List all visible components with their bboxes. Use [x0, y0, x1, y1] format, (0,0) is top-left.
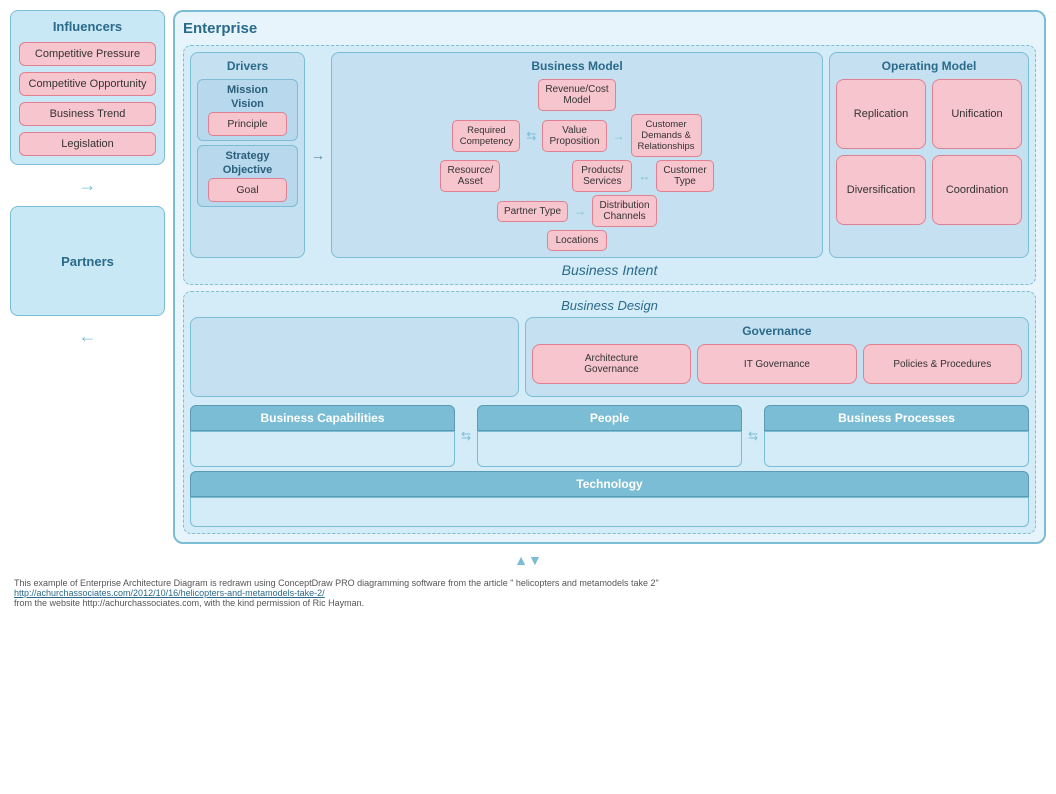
influencers-box: Influencers Competitive Pressure Competi…	[10, 10, 165, 165]
bm-required-competency: RequiredCompetency	[452, 120, 520, 152]
bm-arrow-3: ↔	[638, 169, 650, 183]
influencer-item-3: Legislation	[19, 132, 156, 156]
goal-box: Goal	[208, 178, 286, 202]
processes-header: Business Processes	[764, 405, 1029, 431]
drivers-mission-vision: Mission Vision Principle	[197, 79, 298, 141]
drivers-strategy-obj: Strategy Objective Goal	[197, 145, 298, 207]
influencer-item-2: Business Trend	[19, 102, 156, 126]
enterprise-box: Enterprise Drivers Mission Vision Princi…	[173, 10, 1046, 544]
drivers-title: Drivers	[227, 59, 268, 73]
business-design-section: Business Design Governance ArchitectureG…	[183, 291, 1036, 534]
enterprise-title: Enterprise	[183, 20, 1036, 37]
processes-group: Business Processes	[764, 405, 1029, 467]
om-replication: Replication	[836, 79, 926, 149]
mission-label: Mission	[227, 84, 268, 96]
bm-arrow-2: →	[613, 129, 625, 143]
business-model-box: Business Model Revenue/CostModel Require…	[331, 52, 823, 258]
capabilities-group: Business Capabilities	[190, 405, 455, 467]
bm-row-3: Resource/Asset Products/Services ↔ Custo…	[440, 160, 713, 192]
people-group: People	[477, 405, 742, 467]
capabilities-header: Business Capabilities	[190, 405, 455, 431]
bm-resource: Resource/Asset	[440, 160, 500, 192]
bm-customer-type: CustomerType	[656, 160, 713, 192]
principle-box: Principle	[208, 112, 286, 136]
objective-label: Objective	[223, 164, 273, 176]
bm-row-4: Partner Type → DistributionChannels	[497, 195, 657, 227]
bm-arrow-1: ⇆	[526, 129, 536, 143]
processes-body	[764, 431, 1029, 467]
bm-distribution: DistributionChannels	[592, 195, 657, 227]
om-unification: Unification	[932, 79, 1022, 149]
influencers-title: Influencers	[53, 19, 122, 34]
bm-partner-type: Partner Type	[497, 201, 568, 222]
bm-row-5: Locations	[547, 230, 607, 251]
footer-line1: This example of Enterprise Architecture …	[14, 578, 1046, 588]
bm-content: Revenue/CostModel RequiredCompetency ⇆ V…	[338, 79, 816, 251]
bm-locations: Locations	[547, 230, 607, 251]
design-left-area	[190, 317, 519, 397]
technology-body	[190, 497, 1029, 527]
bm-products: Products/Services	[572, 160, 632, 192]
om-coordination: Coordination	[932, 155, 1022, 225]
vision-label: Vision	[231, 98, 264, 110]
architecture-governance: ArchitectureGovernance	[532, 344, 691, 384]
influencers-arrow: →	[10, 175, 165, 196]
top-row: Drivers Mission Vision Principle Strateg…	[190, 52, 1029, 258]
partners-box: Partners	[10, 206, 165, 316]
bm-revenue: Revenue/CostModel	[538, 79, 615, 111]
operating-model-title: Operating Model	[882, 59, 977, 73]
it-governance: IT Governance	[697, 344, 856, 384]
influencer-item-0: Competitive Pressure	[19, 42, 156, 66]
bm-arrow-4: →	[574, 204, 586, 218]
bm-row-2: RequiredCompetency ⇆ ValueProposition → …	[452, 114, 701, 157]
bottom-area: Business Capabilities ⇆ People ⇆ Busines…	[190, 405, 1029, 527]
sidebar: Influencers Competitive Pressure Competi…	[10, 10, 165, 349]
capabilities-body	[190, 431, 455, 467]
partners-title: Partners	[61, 254, 114, 269]
policies-procedures: Policies & Procedures	[863, 344, 1022, 384]
footer-line2: from the website http://achurchassociate…	[14, 598, 1046, 608]
people-proc-arrow: ⇆	[746, 405, 760, 467]
people-body	[477, 431, 742, 467]
om-diversification: Diversification	[836, 155, 926, 225]
bm-value-proposition: ValueProposition	[542, 120, 606, 152]
footer-link[interactable]: http://achurchassociates.com/2012/10/16/…	[14, 588, 1046, 598]
om-grid: Replication Unification Diversification …	[836, 79, 1022, 225]
influencer-item-1: Competitive Opportunity	[19, 72, 156, 96]
footer: This example of Enterprise Architecture …	[10, 578, 1046, 608]
business-intent-section: Drivers Mission Vision Principle Strateg…	[183, 45, 1036, 285]
governance-box: Governance ArchitectureGovernance IT Gov…	[525, 317, 1029, 397]
bm-row-1: Revenue/CostModel	[538, 79, 615, 111]
governance-title: Governance	[742, 324, 811, 338]
governance-inner: ArchitectureGovernance IT Governance Pol…	[532, 344, 1022, 384]
bottom-main-row: Business Capabilities ⇆ People ⇆ Busines…	[190, 405, 1029, 467]
drivers-bm-arrow: →	[311, 52, 325, 258]
business-design-title: Business Design	[190, 298, 1029, 313]
people-header: People	[477, 405, 742, 431]
operating-model-box: Operating Model Replication Unification …	[829, 52, 1029, 258]
cap-people-arrow: ⇆	[459, 405, 473, 467]
bm-customer-demands: CustomerDemands &Relationships	[631, 114, 702, 157]
business-model-title: Business Model	[531, 59, 622, 73]
scroll-indicator: ▲▼	[10, 552, 1046, 568]
business-intent-label: Business Intent	[190, 262, 1029, 278]
strategy-label: Strategy	[225, 150, 269, 162]
technology-group: Technology	[190, 471, 1029, 527]
drivers-box: Drivers Mission Vision Principle Strateg…	[190, 52, 305, 258]
design-row: Governance ArchitectureGovernance IT Gov…	[190, 317, 1029, 397]
partners-arrow: ←	[10, 326, 165, 347]
technology-header: Technology	[190, 471, 1029, 497]
